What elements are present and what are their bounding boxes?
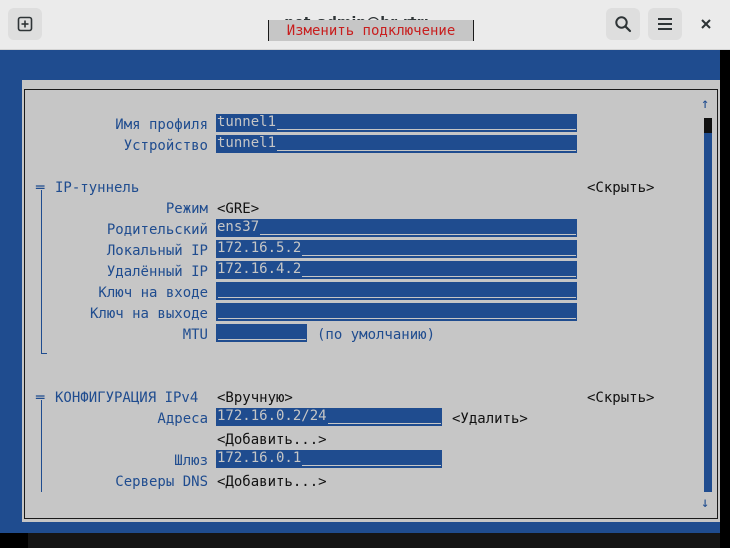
device-field[interactable]: tunnel1 (216, 135, 577, 153)
addresses-label: Адреса (157, 411, 208, 427)
local-ip-label: Локальный IP (106, 243, 208, 259)
close-icon (701, 19, 711, 29)
search-icon (615, 16, 632, 33)
device-label: Устройство (123, 138, 208, 154)
dns-servers-label: Серверы DNS (115, 474, 208, 490)
ipv4-section-title: КОНФИГУРАЦИЯ IPv4 (55, 390, 199, 406)
remote-ip-label: Удалённый IP (106, 264, 208, 280)
address-field[interactable]: 172.16.0.2/24 (216, 408, 442, 426)
ip-tunnel-hide-button[interactable]: <Скрыть> (587, 180, 654, 196)
ipv4-method-dropdown[interactable]: <Вручную> (217, 390, 293, 406)
local-ip-field[interactable]: 172.16.5.2 (216, 240, 577, 258)
scroll-down-arrow[interactable]: ↓ (701, 495, 709, 511)
profile-name-field[interactable]: tunnel1 (216, 114, 577, 132)
mode-dropdown[interactable]: <GRE> (217, 201, 259, 217)
add-address-button[interactable]: <Добавить...> (217, 432, 327, 448)
remote-ip-field[interactable]: 172.16.4.2 (216, 261, 577, 279)
profile-name-label: Имя профиля (115, 117, 208, 133)
scrollbar-track[interactable] (704, 118, 712, 492)
input-key-label: Ключ на входе (98, 285, 208, 301)
ip-tunnel-bracket-end (41, 353, 47, 354)
input-key-field[interactable] (216, 282, 577, 300)
ip-tunnel-section-title: IP-туннель (55, 180, 140, 196)
add-dns-button[interactable]: <Добавить...> (217, 474, 327, 490)
menu-button[interactable] (648, 8, 682, 40)
ipv4-hide-button[interactable]: <Скрыть> (587, 390, 654, 406)
remove-address-button[interactable]: <Удалить> (452, 411, 528, 427)
mtu-field[interactable] (216, 324, 307, 342)
terminal-bottom-strip (28, 533, 720, 548)
parent-field[interactable]: ens37 (216, 219, 577, 237)
output-key-label: Ключ на выходе (89, 306, 208, 322)
mode-label: Режим (165, 201, 208, 217)
close-button[interactable] (690, 8, 722, 40)
dialog-title: Изменить подключение (268, 20, 474, 41)
search-button[interactable] (606, 8, 640, 40)
scrollbar-thumb[interactable] (704, 118, 712, 133)
hamburger-menu-icon (658, 18, 672, 30)
parent-label: Родительский (106, 222, 208, 238)
output-key-field[interactable] (216, 303, 577, 321)
gateway-field[interactable]: 172.16.0.1 (216, 450, 442, 468)
gateway-label: Шлюз (174, 453, 208, 469)
scroll-up-arrow[interactable]: ↑ (701, 96, 709, 112)
mtu-default-note: (по умолчанию) (317, 327, 436, 343)
mtu-label: MTU (182, 327, 208, 343)
